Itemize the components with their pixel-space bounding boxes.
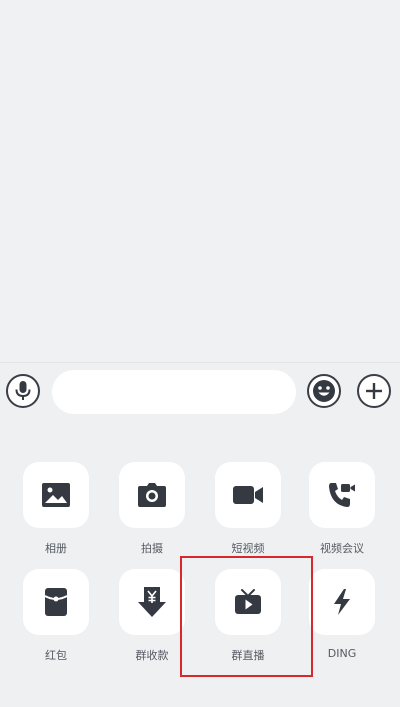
highlight-box-group-live bbox=[180, 556, 313, 677]
microphone-icon bbox=[15, 381, 31, 400]
tile-label-short-video: 短视频 bbox=[231, 542, 265, 555]
tile-group-payment-button[interactable] bbox=[119, 569, 185, 635]
tile-album[interactable]: 相册 bbox=[20, 462, 92, 556]
tile-label-group-payment: 群收款 bbox=[135, 649, 169, 662]
tile-short-video-button[interactable] bbox=[215, 462, 281, 528]
tile-ding-button[interactable] bbox=[309, 569, 375, 635]
tile-label-red-packet: 红包 bbox=[45, 649, 67, 662]
more-functions-button[interactable] bbox=[357, 374, 391, 408]
plus-circle-icon bbox=[366, 383, 382, 399]
tile-red-packet[interactable]: 红包 bbox=[20, 569, 92, 663]
tile-capture-button[interactable] bbox=[119, 462, 185, 528]
tile-short-video[interactable]: 短视频 bbox=[212, 462, 284, 556]
chat-message-area bbox=[0, 0, 400, 362]
tile-label-ding: DING bbox=[327, 647, 357, 660]
group-payment-icon bbox=[138, 587, 166, 617]
tile-ding[interactable]: DING bbox=[306, 569, 378, 660]
voice-input-button[interactable] bbox=[6, 374, 40, 408]
tile-capture[interactable]: 拍摄 bbox=[116, 462, 188, 556]
video-call-icon bbox=[329, 483, 355, 507]
tile-video-meeting-button[interactable] bbox=[309, 462, 375, 528]
red-packet-icon bbox=[44, 588, 68, 616]
input-bar bbox=[0, 362, 400, 420]
lightning-icon bbox=[334, 589, 350, 615]
emoji-button[interactable] bbox=[307, 374, 341, 408]
tile-label-video-meeting: 视频会议 bbox=[320, 542, 364, 555]
tile-group-payment[interactable]: 群收款 bbox=[116, 569, 188, 663]
tile-label-capture: 拍摄 bbox=[141, 542, 163, 555]
smiley-face-icon bbox=[313, 380, 335, 402]
tile-video-meeting[interactable]: 视频会议 bbox=[306, 462, 378, 556]
tile-album-button[interactable] bbox=[23, 462, 89, 528]
message-input[interactable] bbox=[52, 370, 296, 414]
tile-red-packet-button[interactable] bbox=[23, 569, 89, 635]
camera-icon bbox=[138, 483, 166, 507]
video-camera-icon bbox=[233, 486, 263, 504]
image-icon bbox=[42, 483, 70, 507]
tile-label-album: 相册 bbox=[45, 542, 67, 555]
